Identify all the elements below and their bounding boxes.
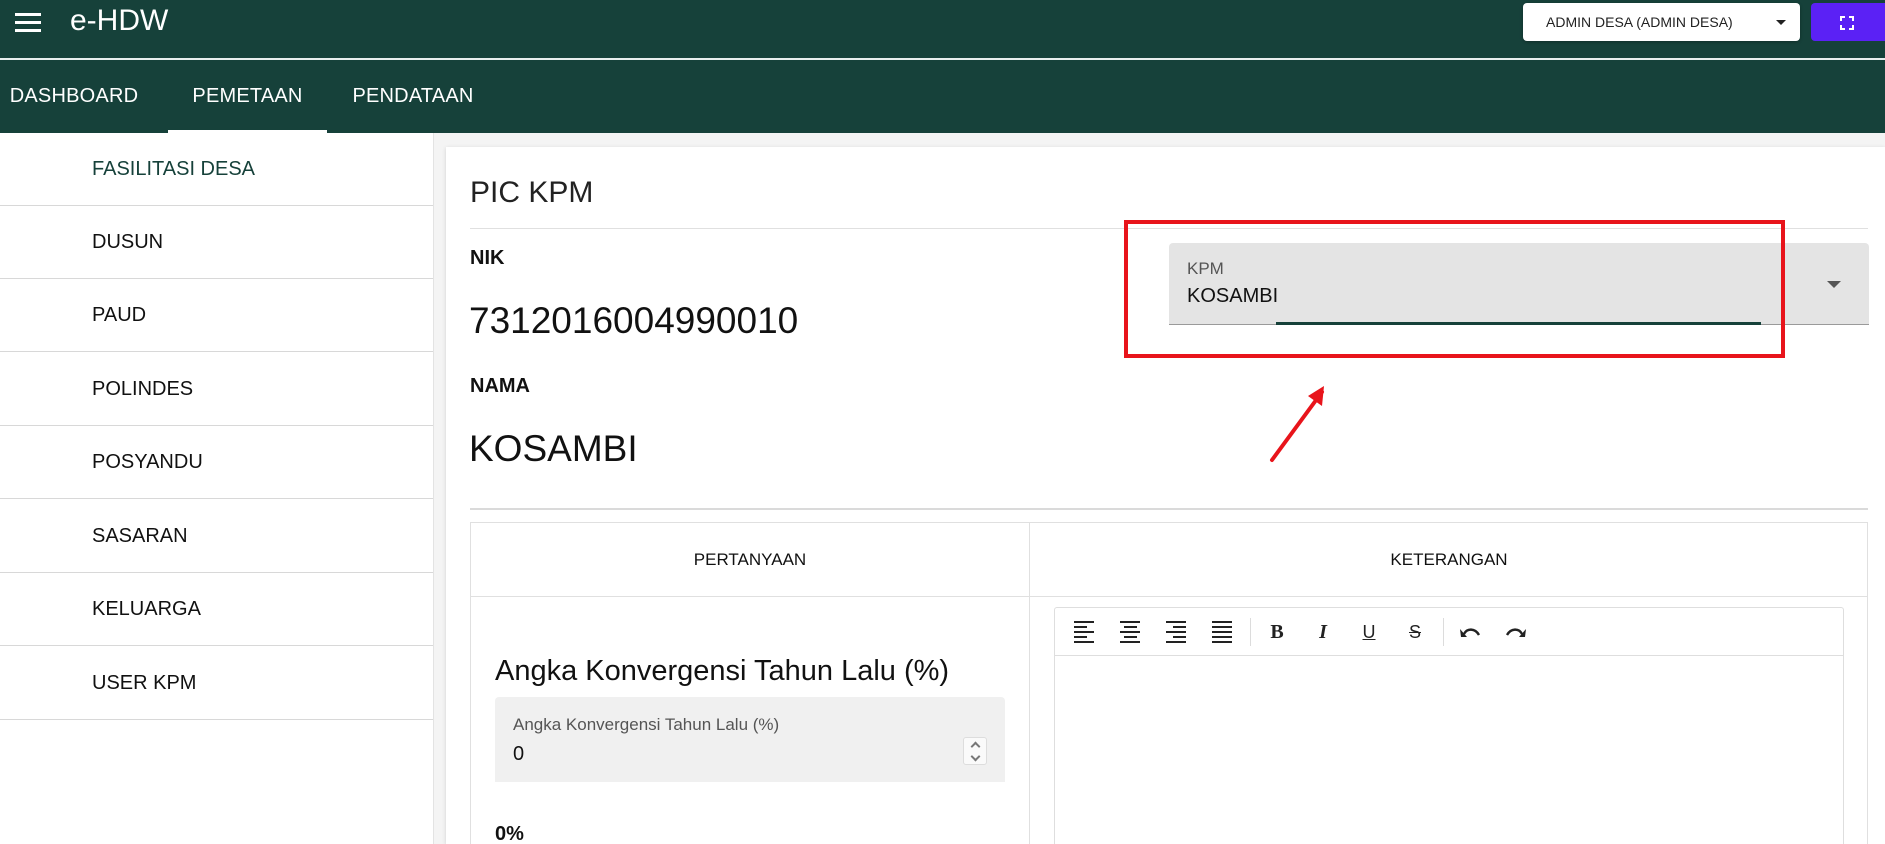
kpm-select[interactable]: KPM KOSAMBI bbox=[1169, 243, 1869, 325]
sidebar-item-keluarga[interactable]: KELUARGA bbox=[0, 573, 433, 646]
kpm-select-value: KOSAMBI bbox=[1187, 285, 1279, 307]
sidebar-item-posyandu[interactable]: POSYANDU bbox=[0, 426, 433, 499]
app-title: e-HDW bbox=[70, 4, 169, 37]
user-role-label: ADMIN DESA (ADMIN DESA) bbox=[1546, 14, 1733, 30]
column-header-pertanyaan: PERTANYAAN bbox=[471, 523, 1029, 597]
underline-icon[interactable]: U bbox=[1352, 616, 1386, 648]
angka-konvergensi-input-label: Angka Konvergensi Tahun Lalu (%) bbox=[513, 715, 780, 734]
nama-label: NAMA bbox=[470, 375, 530, 397]
dropdown-arrow-icon bbox=[1827, 281, 1841, 288]
nama-value: KOSAMBI bbox=[469, 428, 638, 469]
tab-bar: DASHBOARD PEMETAAN PENDATAAN bbox=[0, 60, 1885, 133]
align-left-icon[interactable] bbox=[1067, 616, 1101, 648]
sidebar-item-user-kpm[interactable]: USER KPM bbox=[0, 647, 433, 720]
strikethrough-icon[interactable]: S bbox=[1398, 616, 1432, 648]
tab-pemetaan[interactable]: PEMETAAN bbox=[168, 60, 327, 133]
column-header-keterangan: KETERANGAN bbox=[1030, 523, 1868, 597]
chevron-down-icon bbox=[1776, 20, 1786, 25]
question-table: PERTANYAAN KETERANGAN Angka Konvergensi … bbox=[470, 522, 1868, 844]
question-title: Angka Konvergensi Tahun Lalu (%) bbox=[495, 655, 950, 687]
align-center-icon[interactable] bbox=[1113, 616, 1147, 648]
undo-icon[interactable] bbox=[1453, 616, 1487, 648]
sidebar: FASILITASI DESA DUSUN PAUD POLINDES POSY… bbox=[0, 133, 434, 844]
fullscreen-icon bbox=[1840, 16, 1854, 30]
redo-icon[interactable] bbox=[1499, 616, 1533, 648]
sidebar-item-sasaran[interactable]: SASARAN bbox=[0, 500, 433, 573]
sidebar-item-dusun[interactable]: DUSUN bbox=[0, 206, 433, 279]
angka-konvergensi-input[interactable]: Angka Konvergensi Tahun Lalu (%) 0 bbox=[495, 697, 1005, 782]
sidebar-item-polindes[interactable]: POLINDES bbox=[0, 353, 433, 426]
angka-konvergensi-input-value: 0 bbox=[513, 743, 525, 765]
align-right-icon[interactable] bbox=[1159, 616, 1193, 648]
nik-value: 7312016004990010 bbox=[469, 300, 799, 341]
bold-icon[interactable]: B bbox=[1260, 616, 1294, 648]
title-divider bbox=[470, 228, 1868, 229]
user-role-select[interactable]: ADMIN DESA (ADMIN DESA) bbox=[1523, 3, 1800, 41]
nik-label: NIK bbox=[470, 247, 505, 269]
column-divider bbox=[1029, 523, 1030, 844]
app-bar: e-HDW ADMIN DESA (ADMIN DESA) bbox=[0, 0, 1885, 59]
align-justify-icon[interactable] bbox=[1205, 616, 1239, 648]
tab-pendataan[interactable]: PENDATAAN bbox=[338, 60, 488, 133]
italic-icon[interactable]: I bbox=[1306, 616, 1340, 648]
hamburger-menu-icon[interactable] bbox=[10, 6, 46, 38]
percent-value: 0% bbox=[495, 823, 524, 844]
sidebar-item-paud[interactable]: PAUD bbox=[0, 279, 433, 352]
fullscreen-button[interactable] bbox=[1811, 3, 1885, 41]
editor-toolbar: B I U S bbox=[1055, 608, 1843, 656]
kpm-select-label: KPM bbox=[1187, 259, 1224, 278]
rich-text-editor[interactable]: B I U S bbox=[1054, 607, 1844, 844]
kpm-select-focus-underline bbox=[1276, 322, 1761, 325]
tab-dashboard[interactable]: DASHBOARD bbox=[0, 60, 148, 133]
toolbar-separator bbox=[1250, 618, 1251, 646]
sidebar-item-fasilitasi-desa[interactable]: FASILITASI DESA bbox=[0, 133, 433, 206]
number-stepper-icon[interactable] bbox=[963, 737, 987, 765]
page-title: PIC KPM bbox=[470, 176, 594, 209]
toolbar-separator bbox=[1443, 618, 1444, 646]
section-divider bbox=[470, 508, 1868, 510]
